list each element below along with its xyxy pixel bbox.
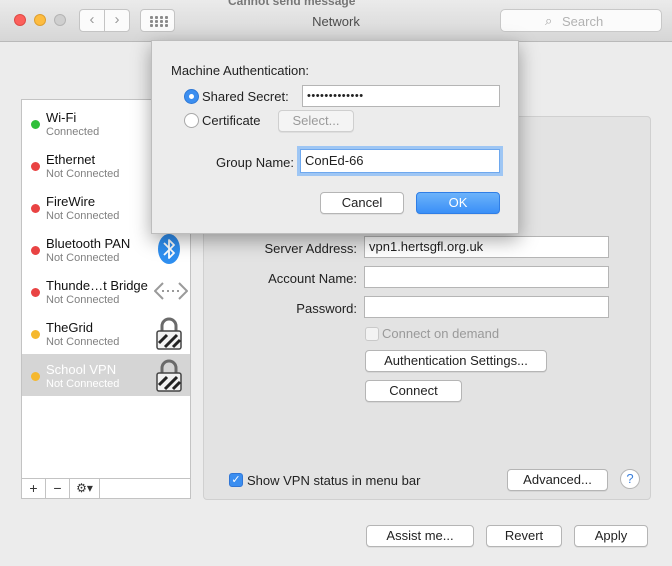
shared-secret-field[interactable]: ••••••••••••• <box>302 85 500 107</box>
status-dot <box>31 162 40 171</box>
help-button[interactable]: ? <box>620 469 640 489</box>
ok-button[interactable]: OK <box>416 192 500 214</box>
account-name-field[interactable] <box>364 266 609 288</box>
search-icon: ⌕ <box>545 13 553 28</box>
status-dot <box>31 372 40 381</box>
shared-secret-radio[interactable] <box>184 89 199 104</box>
bridge-arrows-icon <box>153 275 189 307</box>
status-dot <box>31 246 40 255</box>
select-certificate-button[interactable]: Select... <box>278 110 354 132</box>
show-vpn-status-label: Show VPN status in menu bar <box>247 473 421 488</box>
service-name: FireWire <box>46 194 96 209</box>
service-name: School VPN <box>46 362 117 377</box>
certificate-radio[interactable] <box>184 113 199 128</box>
server-address-field[interactable]: vpn1.hertsgfl.org.uk <box>364 236 609 258</box>
service-item-school-vpn[interactable]: School VPN Not Connected <box>22 354 190 396</box>
group-name-field[interactable]: ConEd-66 <box>300 149 500 173</box>
remove-service-button[interactable]: − <box>46 479 70 498</box>
advanced-button[interactable]: Advanced... <box>507 469 608 491</box>
server-address-label: Server Address: <box>264 241 358 256</box>
connect-button[interactable]: Connect <box>365 380 462 402</box>
service-name: Bluetooth PAN <box>46 236 131 251</box>
service-name: Thunde…t Bridge <box>46 278 148 293</box>
service-item-bluetooth-pan[interactable]: Bluetooth PAN Not Connected <box>22 228 190 270</box>
service-item-thunderbolt-bridge[interactable]: Thunde…t Bridge Not Connected <box>22 270 190 312</box>
machine-authentication-sheet: Machine Authentication: Shared Secret: •… <box>151 40 519 234</box>
service-status: Not Connected <box>46 378 120 390</box>
status-dot <box>31 330 40 339</box>
sidebar-toolbar: + − ⚙▾ <box>22 478 190 498</box>
password-field[interactable] <box>364 296 609 318</box>
apply-button[interactable]: Apply <box>574 525 648 547</box>
lock-icon <box>154 359 184 392</box>
show-vpn-status-checkbox[interactable]: ✓ <box>229 473 243 487</box>
shared-secret-label: Shared Secret: <box>202 89 289 104</box>
lock-icon <box>154 317 184 350</box>
revert-button[interactable]: Revert <box>486 525 562 547</box>
search-field[interactable]: ⌕ Search <box>500 9 662 32</box>
service-status: Not Connected <box>46 294 120 306</box>
group-name-label: Group Name: <box>215 155 294 170</box>
add-service-button[interactable]: + <box>22 479 46 498</box>
connect-on-demand-label: Connect on demand <box>382 326 500 341</box>
service-name: Ethernet <box>46 152 96 167</box>
status-dot <box>31 288 40 297</box>
machine-authentication-heading: Machine Authentication: <box>171 63 310 78</box>
status-dot <box>31 120 40 129</box>
service-name: Wi-Fi <box>46 110 77 125</box>
cancel-button[interactable]: Cancel <box>320 192 404 214</box>
background-window-text: Cannot send message <box>228 0 356 8</box>
service-item-thegrid[interactable]: TheGrid Not Connected <box>22 312 190 354</box>
service-status: Not Connected <box>46 336 120 348</box>
service-status: Not Connected <box>46 252 120 264</box>
service-status: Not Connected <box>46 210 120 222</box>
checkmark-icon: ✓ <box>231 474 241 486</box>
status-dot <box>31 204 40 213</box>
password-label: Password: <box>296 301 357 316</box>
authentication-settings-button[interactable]: Authentication Settings... <box>365 350 547 372</box>
gear-menu-button[interactable]: ⚙▾ <box>70 479 100 498</box>
bluetooth-icon <box>154 233 184 265</box>
search-placeholder: Search <box>562 14 604 29</box>
service-status: Not Connected <box>46 168 120 180</box>
account-name-label: Account Name: <box>268 271 357 286</box>
assist-me-button[interactable]: Assist me... <box>366 525 474 547</box>
title-bar: ‹ › Cannot send message Network ⌕ Search <box>0 0 672 42</box>
service-name: TheGrid <box>46 320 93 335</box>
connect-on-demand-checkbox[interactable] <box>365 327 379 341</box>
certificate-label: Certificate <box>202 113 261 128</box>
service-status: Connected <box>46 126 100 138</box>
